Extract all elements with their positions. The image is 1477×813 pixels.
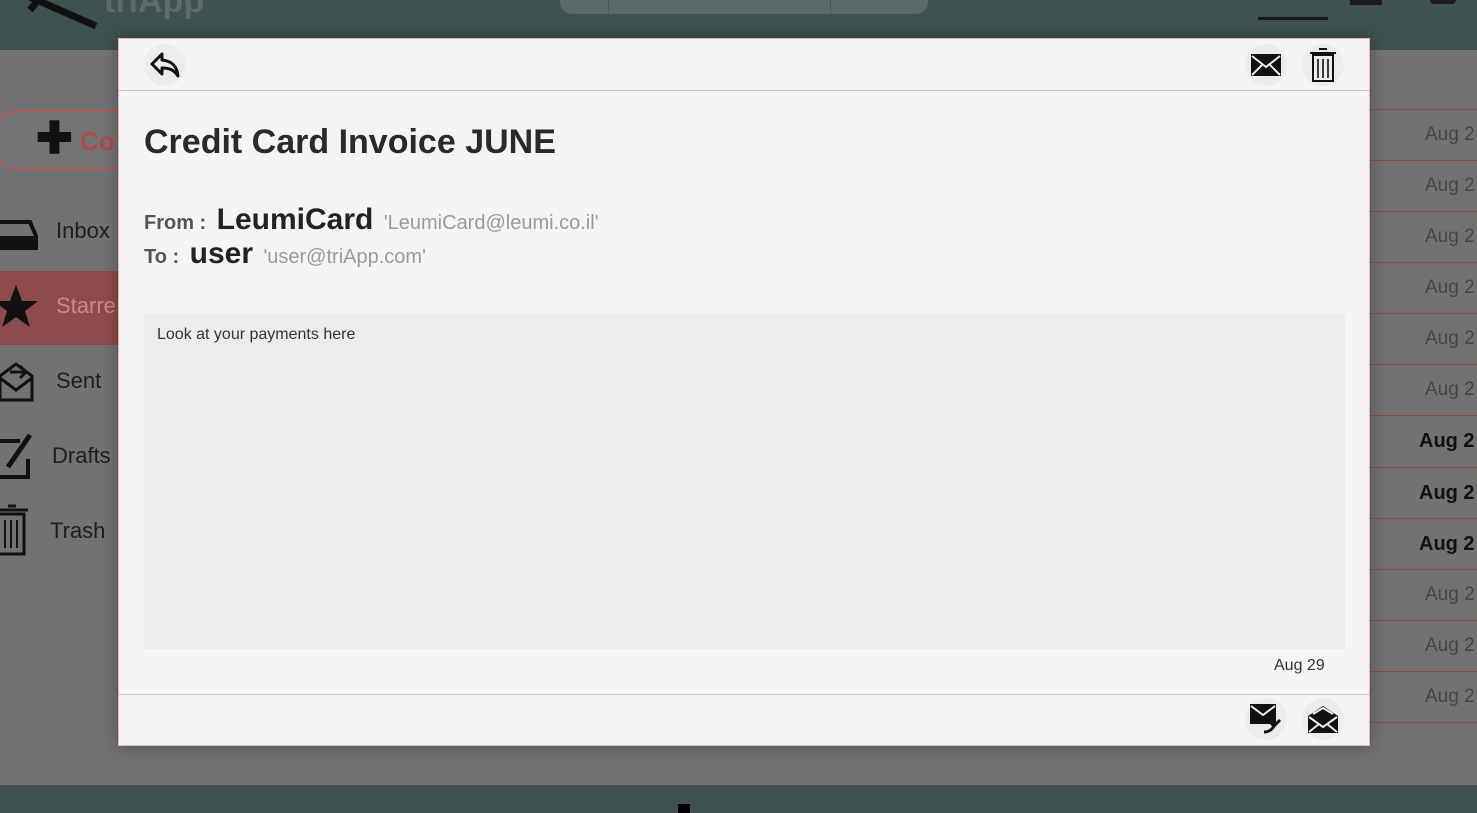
mail-date: Aug 2 [1419,430,1475,452]
sidebar-item-label: Sent [56,368,102,393]
sidebar-item-label: Inbox [56,218,110,243]
footer-icon [678,804,690,813]
recipient-address: 'user@triApp.com' [263,246,426,268]
mark-unread-button[interactable] [1245,44,1287,86]
email-body: Look at your payments here [144,314,1345,649]
modal-toolbar-bottom [119,694,1369,746]
app-footer [0,785,1477,813]
compose-label: Co [80,126,115,156]
inbox-icon [0,220,38,250]
list-item[interactable]: Aug 2 [1369,518,1477,569]
reply-button[interactable] [144,44,186,86]
list-item[interactable]: Aug 2 [1369,620,1477,671]
search-bar[interactable] [560,0,928,14]
mail-date: Aug 2 [1425,686,1475,707]
plus-icon: ✚ [36,114,73,163]
mail-date: Aug 2 [1425,124,1475,145]
list-item[interactable]: Aug 2 [1369,262,1477,313]
logo-icon [27,0,98,30]
mail-date: Aug 2 [1425,635,1475,656]
drafts-icon [0,433,33,479]
list-item[interactable]: Aug 2 [1369,211,1477,262]
email-to: To : user 'user@triApp.com' [144,237,426,271]
notification-icon[interactable] [1350,0,1382,5]
mail-date: Aug 2 [1425,584,1475,605]
list-item[interactable]: Aug 2 [1369,160,1477,211]
email-from: From : LeumiCard 'LeumiCard@leumi.co.il' [144,203,599,237]
sidebar-item-sent[interactable]: Sent [0,346,118,420]
from-label: From : [144,212,207,234]
reply-mail-button[interactable] [1245,698,1287,740]
list-item[interactable]: Aug 2 [1369,364,1477,415]
mail-date: Aug 2 [1425,277,1475,298]
mail-date: Aug 2 [1419,533,1475,555]
mail-date: Aug 2 [1419,482,1475,504]
trash-icon [1310,48,1336,82]
sidebar-item-label: Starre [56,293,116,318]
search-divider [608,0,609,14]
trash-icon [0,504,28,556]
app-name: triApp [104,0,205,20]
list-item[interactable]: Aug 2 [1369,671,1477,723]
sidebar-item-label: Trash [50,518,106,543]
sidebar-item-drafts[interactable]: Drafts [0,421,118,495]
mail-date: Aug 2 [1425,328,1475,349]
list-item[interactable]: Aug 2 [1369,467,1477,518]
email-date: Aug 29 [1274,657,1325,674]
menu-icon[interactable] [1258,17,1328,20]
to-label: To : [144,246,180,268]
list-item[interactable]: Aug 2 [1369,569,1477,620]
sidebar-item-starred[interactable]: Starre [0,271,118,345]
sent-icon [0,362,34,402]
sidebar-item-label: Drafts [52,443,111,468]
mail-date: Aug 2 [1425,175,1475,196]
sender-address: 'LeumiCard@leumi.co.il' [383,212,599,234]
list-item[interactable]: Aug 2 [1369,313,1477,364]
delete-button[interactable] [1302,44,1344,86]
open-mail-icon [1308,706,1338,733]
list-item[interactable]: Aug 2 [1369,415,1477,466]
recipient-name: user [189,237,253,270]
sender-name: LeumiCard [216,203,374,236]
email-subject: Credit Card Invoice JUNE [144,123,556,161]
reply-icon [150,52,180,78]
mail-date: Aug 2 [1425,226,1475,247]
sidebar-item-trash[interactable]: Trash [0,496,118,570]
mail-date: Aug 2 [1425,379,1475,400]
email-modal: Credit Card Invoice JUNE From : LeumiCar… [118,38,1370,746]
list-item[interactable]: Aug 2 [1369,109,1477,160]
open-mail-button[interactable] [1302,698,1344,740]
email-body-text: Look at your payments here [157,326,356,343]
reply-mail-icon [1250,704,1282,734]
profile-icon[interactable] [1430,0,1456,4]
star-icon [0,285,38,327]
search-divider [830,0,831,14]
mark-unread-icon [1251,54,1281,76]
modal-toolbar-top [119,39,1369,91]
sidebar-item-inbox[interactable]: Inbox [0,196,118,270]
